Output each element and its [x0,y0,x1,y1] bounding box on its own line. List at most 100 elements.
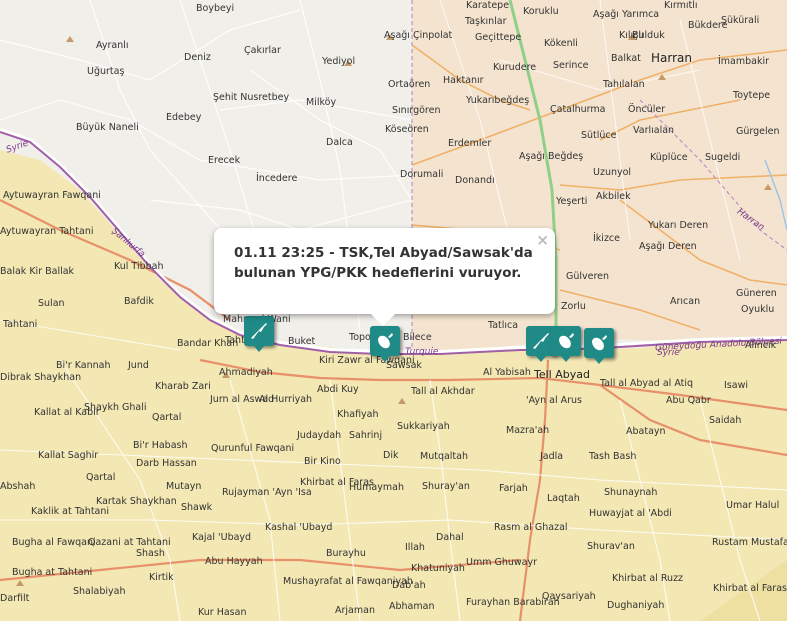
place-label: Boybeyi [196,3,235,14]
place-label: Arıcan [670,296,701,307]
place-label: Alıncık [745,340,777,351]
place-label: Illah [405,542,425,553]
place-label: Deniz [184,52,211,63]
place-label: Bulduk [632,30,665,41]
place-label: Qazani at Tahtani [88,537,171,548]
place-label: Bi'r Habash [133,440,188,451]
place-label: Al Yabisah [483,367,531,378]
place-label: Zorlu [561,301,586,312]
place-label: Köseören [385,124,429,135]
place-label: Ortaören [388,79,431,90]
place-label: Abu Hayyah [205,556,263,567]
place-label: Umar Halul [726,500,780,511]
place-label: İmambakir [718,56,770,67]
place-label: Laqtah [547,493,580,504]
place-label: Balak Kir Ballak [0,266,75,277]
place-label: Farjah [499,483,528,494]
place-label: Karatepe [466,0,510,11]
place-label: Bugha at Tahtani [12,567,93,578]
place-label: Abu Qabr [666,395,711,406]
place-label: Balkat [611,53,641,64]
place-label: Aytuwayran Tahtani [0,226,94,237]
place-label: Yediyol [322,56,356,67]
place-label: Ayranlı [96,40,129,51]
place-label: Aşağı Deren [639,241,697,252]
place-label: Aşağı Yarımca [593,9,660,20]
bomb-marker[interactable] [584,328,614,364]
place-label: Dughaniyah [607,600,665,611]
place-label: Bafdik [124,296,154,307]
bomb-marker[interactable] [370,326,400,362]
place-label: Mutayn [166,481,202,492]
place-label: Taşkınlar [465,16,507,27]
place-label: Abshah [0,481,36,492]
place-label: Kharab Zari [155,381,211,392]
place-label: Abhaman [389,601,435,612]
place-label: Khafiyah [337,409,379,420]
rifle-marker[interactable] [244,316,274,352]
place-label: Büyük Naneli [76,122,139,133]
place-label: Tash Bash [589,451,637,462]
bomb-icon [559,333,574,349]
place-label: Sahrinj [349,430,383,441]
place-label: Kallat Saghir [38,450,99,461]
place-label: Darb Hassan [136,458,197,469]
place-label: Harran [651,51,692,65]
place-label: Saidah [709,415,742,426]
place-label: Öncüler [628,104,666,115]
place-label: Erecek [208,155,241,166]
place-label: Mazra'ah [506,425,550,436]
place-label: Şükürali [721,15,760,26]
place-label: Bir Kino [304,456,341,467]
place-label: Erdemler [448,138,492,149]
place-label: Küplüce [650,152,688,163]
place-label: Kökenli [544,38,578,49]
place-label: Arjaman [335,605,375,616]
place-label: Çatalhurma [550,104,606,115]
place-label: Bugha al Fawqani [12,537,96,548]
place-label: Yukarıbeğdeş [466,95,530,106]
place-label: Varlıalan [633,125,675,136]
place-label: Shash [136,548,165,559]
bomb-marker[interactable] [551,326,581,362]
place-label: Tahılalan [603,79,645,90]
map-container[interactable]: Syrie Şanlıurfa Turquie Güneydoğu Anadol… [0,0,787,621]
place-label: Huwayjat al 'Abdi [589,508,672,519]
place-label: Serince [553,60,589,71]
close-icon[interactable]: × [536,231,549,249]
place-label: Burayhu [326,548,366,559]
place-label: Abdi Kuy [317,384,359,395]
place-label: Sütlüce [581,130,617,141]
rifle-icon [251,323,267,339]
place-label: Qartal [152,412,182,423]
place-label: Dik [383,450,399,461]
place-label: Shurav'an [587,541,635,552]
place-label: Kirtik [149,572,174,583]
place-label: Gürgelen [736,126,780,137]
place-label: Umm Ghuwayr [466,557,538,568]
place-label: Shawk [181,502,213,513]
place-label: Kaklik at Tahtani [31,506,110,517]
place-label: Sawsak [386,360,422,371]
place-label: Dorumali [400,169,444,180]
place-label: Ahmadiyah [219,367,273,378]
place-label: Bilece [403,332,432,343]
place-label: İkizce [593,233,620,244]
place-label: Jadla [540,451,564,462]
place-label: Mutqaltah [420,451,469,462]
rifle-icon [533,333,549,349]
place-label: Kırmıtlı [664,0,698,11]
place-label: İncedere [256,173,298,184]
place-label: Rustam Mustafa [712,537,787,548]
place-label: Isawi [724,380,748,391]
place-label: Khatuniyah [411,563,465,574]
place-label: Jund [128,360,149,371]
place-label: Aşağı Beğdeş [519,151,584,162]
place-label: Rasm al Ghazal [494,522,568,533]
place-label: Kashal 'Ubayd [265,522,333,533]
place-label: Tall al Akhdar [411,386,475,397]
place-label: Uzunyol [593,167,632,178]
bomb-icon [592,335,607,351]
place-label: Qurunful Fawqani [211,443,295,454]
place-label: Humaymah [349,482,404,493]
